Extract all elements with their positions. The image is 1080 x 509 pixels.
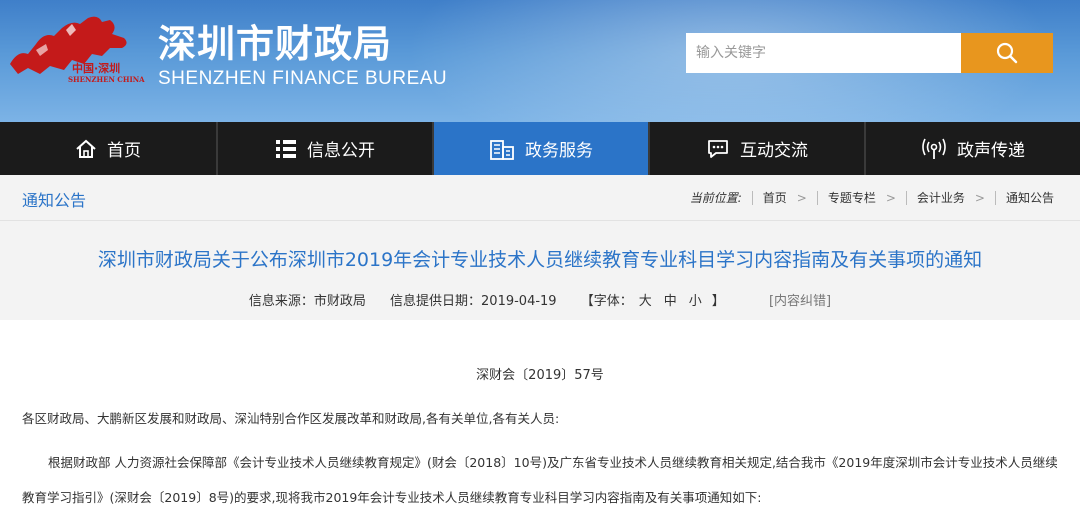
breadcrumb-divider [816,190,818,205]
nav-item-label: 政声传递 [957,141,1025,161]
info-date: 信息提供日期：2019-04-19 [390,294,557,309]
body-paragraph-line: 根据财政部 人力资源社会保障部《会计专业技术人员继续教育规定》(财会〔2018〕… [48,455,1058,470]
document-number: 深财会〔2019〕57号 [476,368,604,383]
info-source: 信息来源：市财政局 [248,294,366,309]
font-size-close: 】 [711,294,725,309]
nav-item-services[interactable]: 政务服务 [434,122,650,175]
nav-item-label: 互动交流 [740,141,808,161]
breadcrumb-separator: > [885,190,896,205]
article-header: 深圳市财政局关于公布深圳市2019年会计专业技术人员继续教育专业科目学习内容指南… [0,221,1080,320]
main-nav: 首页 信息公开 政务服务 互动交流 政声传递 [0,122,1080,175]
building-icon [490,139,514,160]
search-button[interactable] [961,33,1053,73]
nav-item-label: 首页 [107,141,141,161]
breadcrumb-bar: 通知公告 当前位置: 首页 > 专题专栏 > 会计业务 > 通知公告 [0,175,1080,221]
breadcrumb-home[interactable]: 首页 [763,189,787,206]
site-title[interactable]: 深圳市财政局 [158,22,392,66]
font-size-medium[interactable]: 中 [664,294,677,309]
section-title[interactable]: 通知公告 [22,187,86,211]
site-subtitle: SHENZHEN FINANCE BUREAU [158,68,448,89]
font-size-small[interactable]: 小 [689,294,702,309]
emblem-english-text: SHENZHEN CHINA [68,75,145,84]
article-title: 深圳市财政局关于公布深圳市2019年会计专业技术人员继续教育专业科目学习内容指南… [97,249,983,271]
breadcrumb-accounting[interactable]: 会计业务 [917,189,965,206]
breadcrumb-separator: > [974,190,985,205]
breadcrumb-divider [751,190,753,205]
nav-item-voice[interactable]: 政声传递 [866,122,1080,175]
breadcrumb-divider [994,190,996,205]
font-size-label: 【字体： [580,294,633,309]
font-size-large[interactable]: 大 [639,294,652,309]
home-icon [76,139,96,158]
chat-icon [708,139,728,158]
search-icon [996,42,1018,64]
nav-item-label: 政务服务 [525,141,593,161]
broadcast-icon [922,138,946,159]
nav-item-info[interactable]: 信息公开 [218,122,434,175]
body-paragraph-line: 教育学习指引》(深财会〔2019〕8号)的要求,现将我市2019年会计专业技术人… [22,490,762,505]
breadcrumb: 当前位置: 首页 > 专题专栏 > 会计业务 > 通知公告 [690,189,1054,206]
emblem-chinese-text: 中国·深圳 [72,62,121,75]
salutation: 各区财政局、大鹏新区发展和财政局、深汕特别合作区发展改革和财政局,各有关单位,各… [22,411,560,426]
nav-item-label: 信息公开 [307,141,375,161]
breadcrumb-label: 当前位置: [689,191,742,205]
content-correction-link[interactable]: [内容纠错] [769,294,831,309]
breadcrumb-separator: > [796,190,807,205]
site-header: 中国·深圳 SHENZHEN CHINA 深圳市财政局 SHENZHEN FIN… [0,0,1080,122]
nav-item-home[interactable]: 首页 [0,122,218,175]
breadcrumb-notices[interactable]: 通知公告 [1006,189,1054,206]
article-meta: 信息来源：市财政局 信息提供日期：2019-04-19 【字体： 大中小】 [内容… [0,290,1080,309]
breadcrumb-divider [905,190,907,205]
breadcrumb-topics[interactable]: 专题专栏 [828,189,876,206]
nav-item-interaction[interactable]: 互动交流 [650,122,866,175]
search-input[interactable] [686,33,962,73]
list-icon [276,139,296,158]
